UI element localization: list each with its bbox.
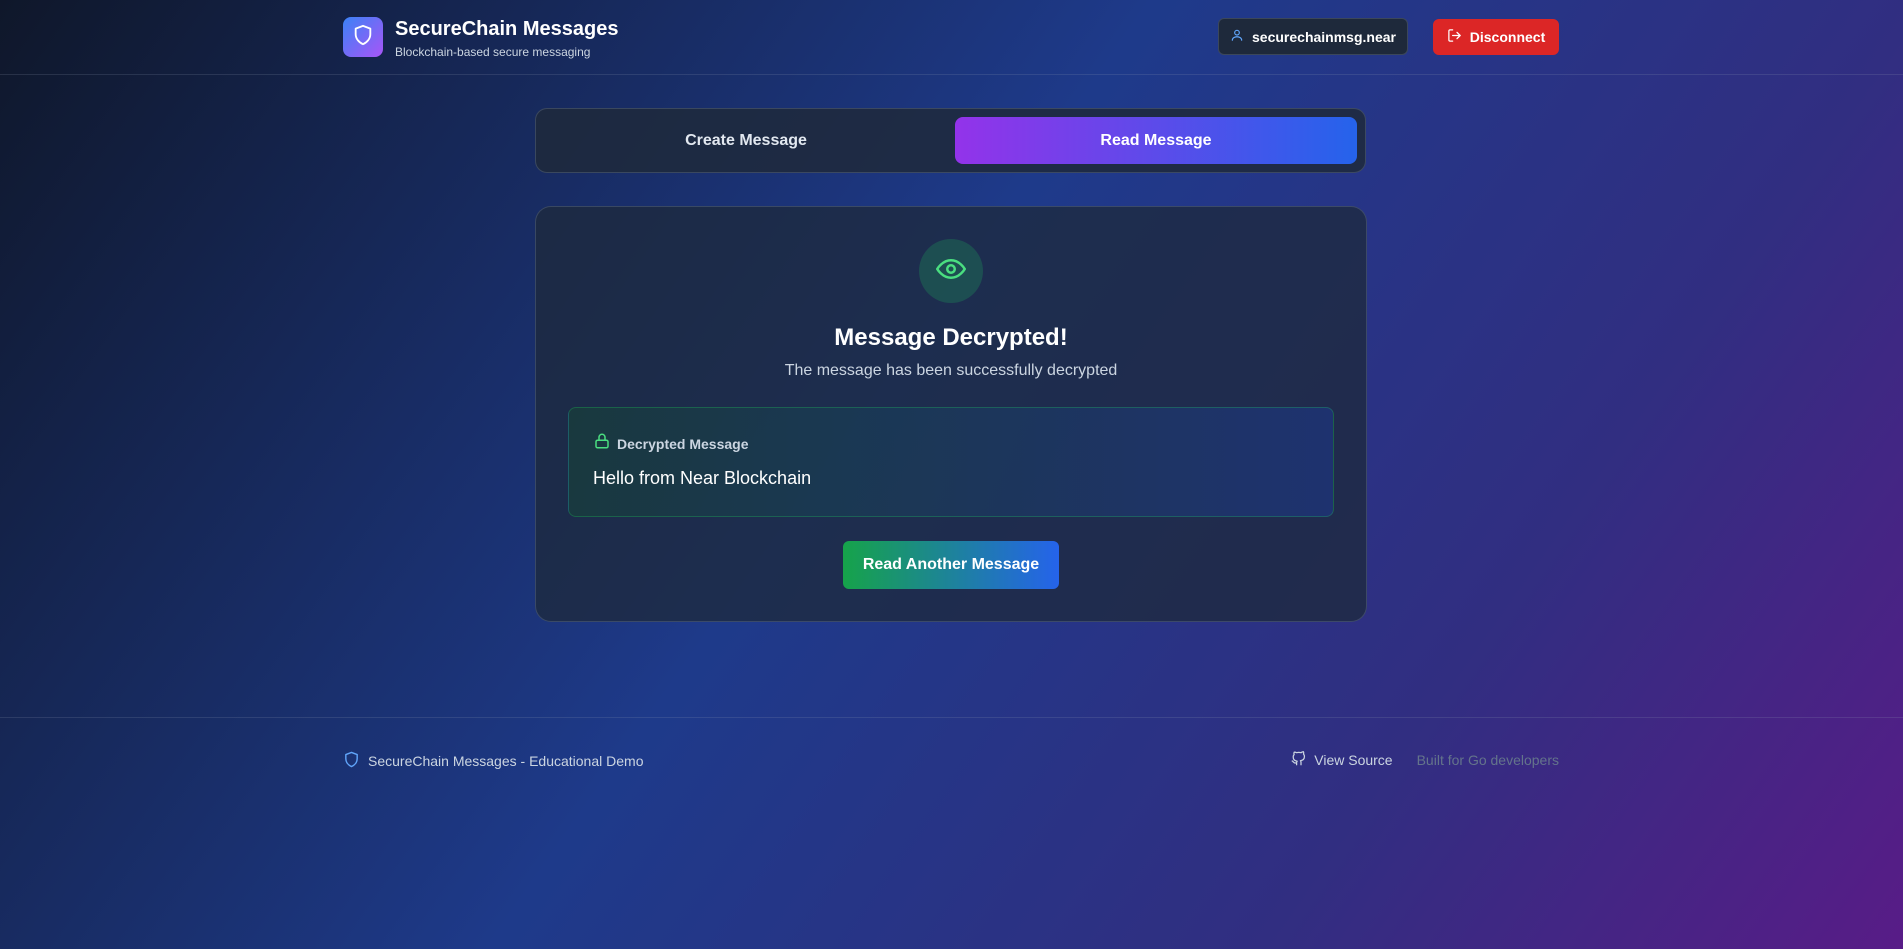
view-source-link[interactable]: View Source <box>1291 751 1393 769</box>
shield-icon <box>343 751 360 771</box>
decrypted-message-label: Decrypted Message <box>617 435 749 452</box>
decrypted-message-header: Decrypted Message <box>593 432 749 455</box>
tab-create-message[interactable]: Create Message <box>545 117 947 164</box>
view-source-label: View Source <box>1314 752 1393 768</box>
built-for-text: Built for Go developers <box>1416 752 1559 768</box>
footer-divider <box>0 717 1903 718</box>
app-header: SecureChain Messages Blockchain-based se… <box>0 0 1903 75</box>
disconnect-button[interactable]: Disconnect <box>1433 19 1559 55</box>
footer-brand-text: SecureChain Messages - Educational Demo <box>368 753 644 769</box>
app-logo <box>343 17 383 57</box>
eye-icon <box>936 254 966 289</box>
footer-links: View Source Built for Go developers <box>1291 751 1559 769</box>
decrypted-message-text: Hello from Near Blockchain <box>593 468 812 488</box>
user-icon <box>1230 28 1244 45</box>
logout-icon <box>1447 28 1462 46</box>
decrypted-message-box: Decrypted Message Hello from Near Blockc… <box>568 407 1334 517</box>
read-another-message-button[interactable]: Read Another Message <box>843 541 1059 589</box>
decrypt-result-card: Message Decrypted! The message has been … <box>535 206 1367 622</box>
lock-icon <box>593 432 611 455</box>
footer-brand: SecureChain Messages - Educational Demo <box>343 751 643 771</box>
account-chip[interactable]: securechainmsg.near <box>1218 18 1408 55</box>
tab-read-message[interactable]: Read Message <box>955 117 1357 164</box>
app-subtitle: Blockchain-based secure messaging <box>395 45 591 59</box>
status-icon-circle <box>919 239 983 303</box>
result-title: Message Decrypted! <box>834 324 1068 351</box>
app-title: SecureChain Messages <box>395 18 619 40</box>
github-icon <box>1291 751 1306 769</box>
disconnect-label: Disconnect <box>1469 29 1546 45</box>
mode-tabs: Create Message Read Message <box>535 108 1366 173</box>
shield-icon <box>352 24 374 51</box>
result-subtitle: The message has been successfully decryp… <box>784 362 1118 379</box>
account-name: securechainmsg.near <box>1252 28 1396 45</box>
